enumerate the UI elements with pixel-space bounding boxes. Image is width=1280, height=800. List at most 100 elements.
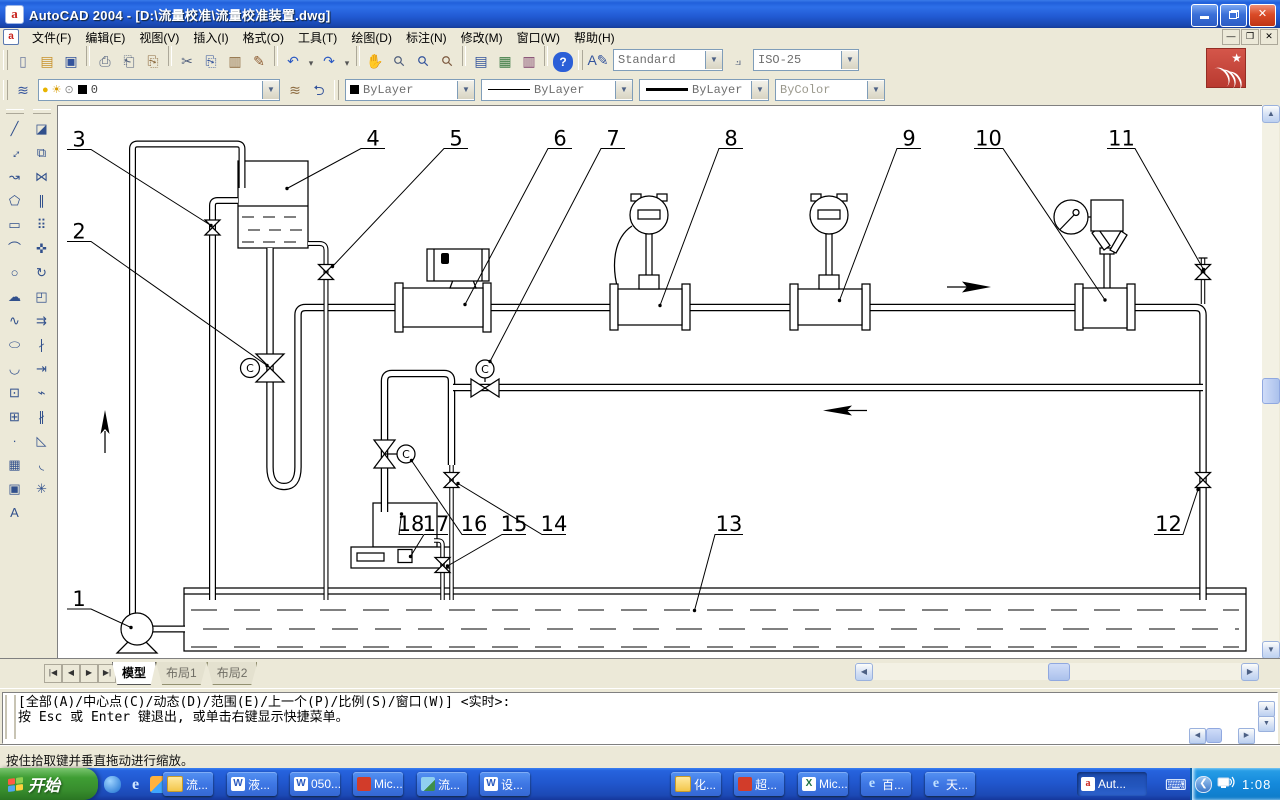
horizontal-scroll-thumb[interactable] <box>1048 663 1070 681</box>
valve-12[interactable] <box>1196 473 1211 488</box>
task-button-1[interactable]: 流... <box>163 772 213 796</box>
vertical-scroll-thumb[interactable] <box>1262 378 1280 404</box>
quick-launch-ie-icon[interactable]: e <box>127 776 144 793</box>
menu-help[interactable]: 帮助(H) <box>567 28 622 47</box>
designcenter-icon[interactable]: ▦ <box>493 49 517 73</box>
ellipse-icon[interactable]: ⬭ <box>3 333 27 357</box>
plot-style-dropdown-icon[interactable] <box>867 81 884 99</box>
explode-icon[interactable]: ✳ <box>30 477 54 501</box>
open-icon[interactable]: ▤ <box>35 49 59 73</box>
task-button-4[interactable]: Mic... <box>353 772 403 796</box>
dim-style-dropdown-icon[interactable] <box>841 51 858 69</box>
task-button-5[interactable]: 流... <box>417 772 467 796</box>
task-button-autocad[interactable]: Aut... <box>1077 772 1147 796</box>
match-properties-icon[interactable]: ✎ <box>247 49 271 73</box>
plot-preview-icon[interactable]: ⎗ <box>117 49 141 73</box>
command-input[interactable] <box>18 726 1178 740</box>
doc-minimize-button[interactable]: — <box>1222 29 1240 45</box>
layer-on-icon[interactable]: ● <box>42 81 49 99</box>
tab-model[interactable]: 模型 <box>112 662 156 685</box>
color-dropdown-icon[interactable] <box>457 81 474 99</box>
head-tank[interactable] <box>238 161 308 248</box>
horizontal-scrollbar[interactable]: ◀ ▶ <box>855 663 1259 680</box>
valve-3[interactable] <box>205 220 220 235</box>
menu-window[interactable]: 窗口(W) <box>510 28 567 47</box>
mirror-icon[interactable]: ⋈ <box>30 165 54 189</box>
ellipse-arc-icon[interactable]: ◡ <box>3 357 27 381</box>
command-splitter[interactable] <box>5 695 16 739</box>
new-icon[interactable]: ▯ <box>11 49 35 73</box>
menu-view[interactable]: 视图(V) <box>132 28 186 47</box>
flowmeter-6[interactable] <box>395 249 491 332</box>
command-scroll-thumb[interactable] <box>1206 728 1222 743</box>
array-icon[interactable]: ⠿ <box>30 213 54 237</box>
paste-icon[interactable]: ▥ <box>223 49 247 73</box>
vertical-scrollbar[interactable]: ▲ ▼ <box>1262 105 1279 658</box>
undo-icon[interactable]: ↶ <box>281 49 305 73</box>
toolbar-grip[interactable] <box>3 50 8 70</box>
extend-icon[interactable]: ⇥ <box>30 357 54 381</box>
restore-button[interactable] <box>1220 4 1247 27</box>
toolbar-grip[interactable] <box>334 80 339 100</box>
revision-cloud-icon[interactable]: ☁ <box>3 285 27 309</box>
layer-combo[interactable]: ● ☀ ⊙ 0 <box>38 79 280 101</box>
toolbar-grip[interactable] <box>578 50 583 70</box>
language-keyboard-icon[interactable]: ⌨ <box>1165 776 1187 794</box>
control-valve-7[interactable]: C <box>471 360 499 397</box>
lineweight-dropdown-icon[interactable] <box>751 81 768 99</box>
copy-object-icon[interactable]: ⧉ <box>30 141 54 165</box>
control-valve-2[interactable]: C <box>241 354 285 382</box>
close-button[interactable]: ✕ <box>1249 4 1276 27</box>
flowmeter-9[interactable] <box>790 194 870 330</box>
layer-color-swatch[interactable] <box>78 85 87 94</box>
flowmeter-8[interactable] <box>610 194 690 330</box>
redo-dropdown-icon[interactable]: ▾ <box>341 51 353 75</box>
menu-format[interactable]: 格式(O) <box>236 28 291 47</box>
text-style-dropdown-icon[interactable] <box>705 51 722 69</box>
document-icon[interactable]: a <box>3 29 19 45</box>
linetype-combo[interactable]: ByLayer <box>481 79 633 101</box>
menu-insert[interactable]: 插入(I) <box>186 28 235 47</box>
region-icon[interactable]: ▣ <box>3 477 27 501</box>
tab-first-icon[interactable]: |◀ <box>44 664 62 683</box>
spline-icon[interactable]: ∿ <box>3 309 27 333</box>
dim-style-icon[interactable]: ⟓ <box>726 48 750 72</box>
scroll-down-icon[interactable]: ▼ <box>1262 641 1280 659</box>
polygon-icon[interactable]: ⬠ <box>3 189 27 213</box>
make-object-layer-current-icon[interactable]: ≋ <box>283 78 307 102</box>
tab-prev-icon[interactable]: ◀ <box>62 664 80 683</box>
text-style-icon[interactable]: A✎ <box>586 48 610 72</box>
point-icon[interactable]: ∙ <box>3 429 27 453</box>
menu-dimension[interactable]: 标注(N) <box>399 28 454 47</box>
dim-style-combo[interactable]: ISO-25 <box>753 49 859 71</box>
task-button-9[interactable]: Mic... <box>798 772 848 796</box>
task-button-7[interactable]: 化... <box>671 772 721 796</box>
break-icon[interactable]: ∦ <box>30 405 54 429</box>
menu-draw[interactable]: 绘图(D) <box>344 28 399 47</box>
copy-icon[interactable]: ⎘ <box>199 49 223 73</box>
undo-dropdown-icon[interactable]: ▾ <box>305 51 317 75</box>
drawing-canvas[interactable]: C C C <box>57 105 1263 659</box>
task-button-6[interactable]: 设... <box>480 772 530 796</box>
zoom-previous-icon[interactable]: ⚲ <box>430 44 464 78</box>
doc-close-button[interactable]: ✕ <box>1260 29 1278 45</box>
toolbar-grip[interactable] <box>3 80 8 100</box>
tab-layout2[interactable]: 布局2 <box>207 662 258 685</box>
task-button-3[interactable]: 050... <box>290 772 340 796</box>
text-style-combo[interactable]: Standard <box>613 49 723 71</box>
circle-icon[interactable]: ○ <box>3 261 27 285</box>
scale-icon[interactable]: ◰ <box>30 285 54 309</box>
insert-block-icon[interactable]: ⊡ <box>3 381 27 405</box>
minimize-button[interactable] <box>1191 4 1218 27</box>
task-button-8[interactable]: 超... <box>734 772 784 796</box>
command-scroll-left-icon[interactable]: ◀ <box>1189 728 1206 744</box>
break-at-point-icon[interactable]: ⌁ <box>30 381 54 405</box>
tab-layout1[interactable]: 布局1 <box>156 662 207 685</box>
hide-icons-chevron-icon[interactable]: ❮ <box>1195 776 1212 793</box>
layer-manager-icon[interactable]: ≋ <box>11 78 35 102</box>
cut-icon[interactable]: ✂ <box>175 49 199 73</box>
tool-palettes-icon[interactable]: ▥ <box>517 49 541 73</box>
toolbar-grip[interactable] <box>33 109 51 114</box>
chamfer-icon[interactable]: ◺ <box>30 429 54 453</box>
menu-tools[interactable]: 工具(T) <box>291 28 344 47</box>
